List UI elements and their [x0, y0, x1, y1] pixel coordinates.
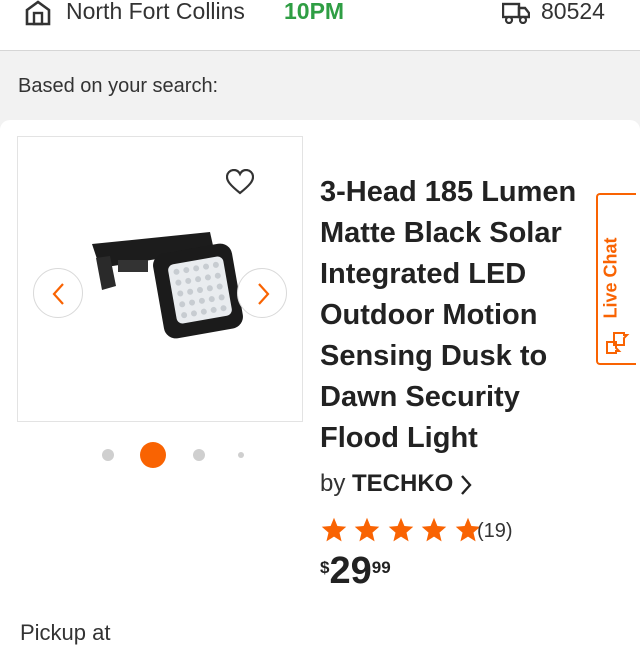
location-bar: North Fort Collins 10PM 80524 — [0, 0, 640, 51]
star-icon — [422, 517, 447, 542]
review-count[interactable]: (19) — [477, 520, 513, 543]
price-currency: $ — [320, 558, 330, 577]
product-image[interactable] — [80, 224, 250, 344]
product-title-line: Integrated LED — [320, 258, 527, 290]
carousel-dot[interactable] — [238, 452, 244, 458]
pickup-label: Pickup at — [20, 620, 111, 645]
store-hours: 10PM — [284, 0, 345, 24]
product-price: $2999 — [320, 550, 391, 593]
brand-name: TECHKO — [352, 470, 454, 497]
store-name[interactable]: North Fort Collins — [66, 0, 245, 25]
price-dollars: 29 — [329, 550, 372, 592]
product-title-line: Sensing Dusk to — [320, 340, 548, 372]
star-icon — [388, 517, 414, 542]
product-title-line: Flood Light — [320, 422, 478, 454]
product-title-line: Matte Black Solar — [320, 217, 562, 249]
product-title-line: 3-Head 185 Lumen — [320, 176, 577, 208]
rating-stars[interactable] — [320, 516, 483, 544]
live-chat-label: Live Chat — [600, 237, 621, 319]
product-title-line: Dawn Security — [320, 381, 520, 413]
product-title[interactable]: 3-Head 185 Lumen Matte Black Solar Integ… — [320, 172, 640, 459]
search-context-label: Based on your search: — [18, 75, 219, 97]
carousel-dot[interactable] — [102, 449, 114, 461]
chevron-left-icon — [52, 283, 64, 305]
carousel-dot[interactable] — [193, 449, 205, 461]
store-icon[interactable] — [24, 0, 52, 26]
brand-link[interactable]: by TECHKO — [320, 470, 473, 498]
by-label: by — [320, 470, 353, 497]
chat-bubbles-icon — [606, 332, 630, 354]
chevron-right-icon — [258, 283, 270, 305]
product-title-line: Outdoor Motion — [320, 299, 538, 331]
image-next-button[interactable] — [237, 268, 287, 318]
price-cents: 99 — [371, 558, 391, 577]
star-icon — [321, 517, 347, 542]
truck-icon[interactable] — [502, 2, 530, 24]
delivery-zip[interactable]: 80524 — [541, 0, 605, 25]
star-icon — [355, 517, 380, 542]
carousel-dot-active[interactable] — [140, 442, 166, 468]
heart-icon[interactable] — [226, 169, 254, 195]
chevron-right-icon — [461, 474, 472, 495]
image-prev-button[interactable] — [33, 268, 83, 318]
